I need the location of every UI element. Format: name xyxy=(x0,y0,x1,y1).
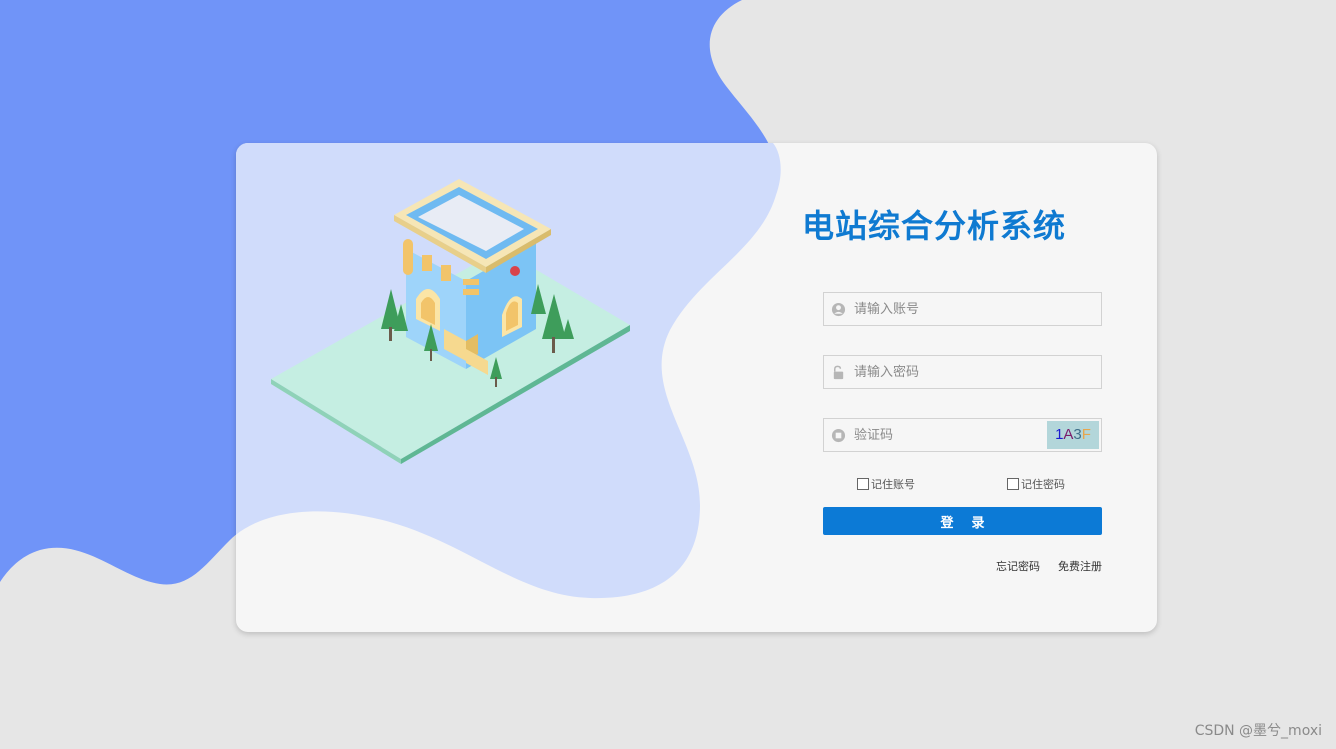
captcha-icon xyxy=(831,428,846,443)
login-button[interactable]: 登 录 xyxy=(823,507,1102,535)
remember-password-checkbox[interactable]: 记住密码 xyxy=(1007,476,1065,492)
captcha-char: A xyxy=(1063,426,1074,443)
page-title: 电站综合分析系统 xyxy=(802,207,1067,245)
password-field[interactable] xyxy=(823,355,1102,389)
login-card: 电站综合分析系统 1A3F 记住账号 记住密码 登 录 忘 xyxy=(236,143,1157,632)
captcha-char: 1 xyxy=(1055,426,1064,443)
forgot-password-link[interactable]: 忘记密码 xyxy=(996,558,1040,574)
captcha-char: 3 xyxy=(1073,426,1082,443)
checkbox-box[interactable] xyxy=(1007,478,1019,490)
checkbox-box[interactable] xyxy=(857,478,869,490)
register-link[interactable]: 免费注册 xyxy=(1058,558,1102,574)
password-input[interactable] xyxy=(854,356,1054,388)
unlock-icon xyxy=(833,365,844,380)
user-circle-icon xyxy=(831,302,846,317)
username-field[interactable] xyxy=(823,292,1102,326)
username-input[interactable] xyxy=(854,293,1054,325)
captcha-input[interactable] xyxy=(854,419,1054,451)
watermark: CSDN @墨兮_moxi xyxy=(1194,723,1322,739)
remember-password-label: 记住密码 xyxy=(1021,478,1065,491)
captcha-char: F xyxy=(1081,426,1091,443)
remember-account-label: 记住账号 xyxy=(871,478,915,491)
captcha-field[interactable]: 1A3F xyxy=(823,418,1102,452)
remember-account-checkbox[interactable]: 记住账号 xyxy=(857,476,915,492)
power-station-illustration xyxy=(271,179,630,464)
captcha-image[interactable]: 1A3F xyxy=(1047,421,1099,449)
